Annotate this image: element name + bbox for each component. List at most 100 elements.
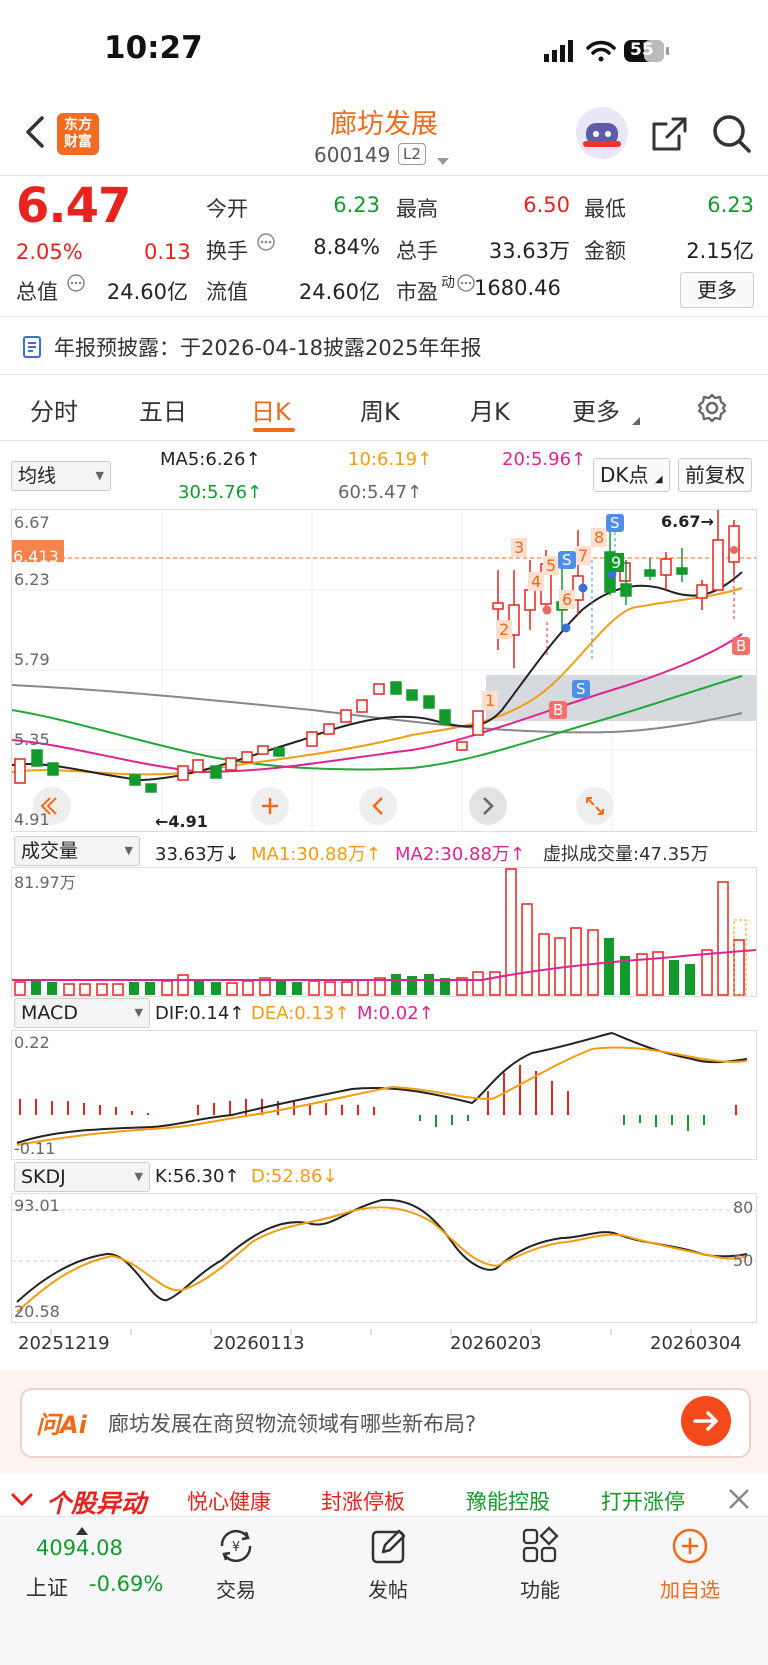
ticker-item-2[interactable]: 封涨停板 xyxy=(321,1486,405,1516)
ma60-value: 60:5.47↑ xyxy=(338,482,423,503)
signal-icon xyxy=(544,40,573,62)
level2-badge[interactable]: L2 xyxy=(398,143,426,165)
mktcap-value: 24.60亿 xyxy=(106,280,188,304)
prev-icon xyxy=(359,787,397,825)
signal-1: 1 xyxy=(482,691,499,710)
tab-weekly-k[interactable]: 周K xyxy=(360,392,400,427)
adjust-button[interactable]: 前复权 xyxy=(678,458,752,492)
send-arrow-icon[interactable] xyxy=(681,1396,731,1450)
expand-icon xyxy=(576,787,614,825)
ai-logo: 问Ai xyxy=(36,1411,87,1439)
info-dots-icon[interactable] xyxy=(66,273,86,297)
signal-8: 8 xyxy=(591,528,608,547)
robot-avatar-icon[interactable] xyxy=(575,106,629,164)
signal-7: 7 xyxy=(575,546,592,565)
stock-code: 600149 xyxy=(314,143,391,167)
signal-9: 9 xyxy=(608,553,625,572)
ticker-item-4[interactable]: 打开涨停 xyxy=(601,1486,685,1516)
grid-icon[interactable] xyxy=(520,1526,560,1570)
high-label: 最高 xyxy=(396,197,438,221)
trade-icon[interactable]: ¥ xyxy=(216,1526,256,1570)
buy-signal[interactable]: B xyxy=(549,701,568,719)
change-value: 0.13 xyxy=(144,240,191,264)
date-label-4: 20260304 xyxy=(650,1333,742,1354)
signal-6: 6 xyxy=(559,590,576,609)
chevron-down-icon[interactable] xyxy=(436,152,450,171)
open-value: 6.23 xyxy=(333,193,380,217)
macd-y-top: 0.22 xyxy=(14,1033,50,1052)
volume-selector[interactable]: 成交量 ▼ xyxy=(14,836,140,866)
sell-signal[interactable]: S xyxy=(558,551,576,569)
skdj-k: K:56.30↑ xyxy=(155,1166,240,1187)
more-button[interactable]: 更多 xyxy=(680,272,754,308)
next-icon xyxy=(469,787,507,825)
date-label-1: 20251219 xyxy=(18,1333,110,1354)
battery-level: 55 xyxy=(630,40,654,60)
compose-icon[interactable] xyxy=(369,1526,409,1570)
turnover-label: 换手 xyxy=(206,239,248,263)
nav-trade[interactable]: 交易 xyxy=(186,1574,286,1603)
close-icon[interactable] xyxy=(727,1487,751,1515)
tab-intraday[interactable]: 分时 xyxy=(30,392,78,427)
date-label-2: 20260113 xyxy=(213,1333,305,1354)
y-axis-2: 6.23 xyxy=(14,570,50,589)
ma5-value: MA5:6.26↑ xyxy=(160,449,261,470)
virtual-volume: 虚拟成交量:47.35万 xyxy=(543,844,709,865)
change-percent: 2.05% xyxy=(16,240,83,264)
ticker-item-1[interactable]: 悦心健康 xyxy=(187,1486,271,1516)
tab-daily-k[interactable]: 日K xyxy=(251,392,291,427)
index-percent[interactable]: -0.69% xyxy=(89,1572,163,1596)
ai-question[interactable]: 廊坊发展在商贸物流领域有哪些新布局? xyxy=(108,1408,476,1438)
macd-dea: DEA:0.13↑ xyxy=(251,1003,350,1024)
collapse-chevron-icon[interactable] xyxy=(10,1491,34,1513)
macd-chart-area[interactable] xyxy=(11,1030,757,1160)
low-label: 最低 xyxy=(584,197,626,221)
macd-selector[interactable]: MACD ▼ xyxy=(14,998,150,1028)
y-axis-4: 5.35 xyxy=(14,730,50,749)
annual-report-notice[interactable]: 年报预披露：于2026-04-18披露2025年年报 xyxy=(54,332,481,362)
nav-post[interactable]: 发帖 xyxy=(338,1574,438,1603)
settings-gear-icon[interactable] xyxy=(697,393,727,427)
info-dots-icon[interactable] xyxy=(456,273,476,297)
search-icon[interactable] xyxy=(711,113,753,159)
skdj-y-bottom: 20.58 xyxy=(14,1302,60,1321)
ticker-item-3[interactable]: 豫能控股 xyxy=(466,1486,550,1516)
tab-five-day[interactable]: 五日 xyxy=(139,392,187,427)
pe-superscript: 动 xyxy=(441,275,455,291)
status-icons xyxy=(540,38,690,72)
sell-signal[interactable]: S xyxy=(606,514,624,532)
kline-chart-area[interactable] xyxy=(11,509,757,832)
info-dots-icon[interactable] xyxy=(256,232,276,256)
high-value: 6.50 xyxy=(523,193,570,217)
add-watchlist-icon[interactable] xyxy=(670,1526,710,1570)
wifi-icon xyxy=(586,40,616,62)
volume-chart-area[interactable] xyxy=(11,867,757,997)
skdj-selector[interactable]: SKDJ ▼ xyxy=(14,1162,150,1192)
amount-label: 金额 xyxy=(584,239,626,263)
amount-value: 2.15亿 xyxy=(686,239,754,263)
sell-signal[interactable]: S xyxy=(572,680,590,698)
share-icon[interactable] xyxy=(649,114,689,158)
mktcap-label: 总值 xyxy=(16,280,58,304)
skdj-chart-area[interactable] xyxy=(11,1193,757,1323)
tab-monthly-k[interactable]: 月K xyxy=(470,392,510,427)
dk-point-button[interactable]: DK点 ◢ xyxy=(593,458,670,492)
skdj-ref-80: 80 xyxy=(733,1198,754,1217)
index-name[interactable]: 上证 xyxy=(26,1572,68,1602)
active-tab-indicator xyxy=(253,428,295,432)
pe-label: 市盈 xyxy=(396,280,438,304)
nav-function[interactable]: 功能 xyxy=(490,1574,590,1603)
volume-label: 总手 xyxy=(396,239,438,263)
volume-ma2: MA2:30.88万↑ xyxy=(395,844,525,865)
macd-m: M:0.02↑ xyxy=(357,1003,434,1024)
buy-signal[interactable]: B xyxy=(732,637,751,655)
low-value: 6.23 xyxy=(707,193,754,217)
ma-selector[interactable]: 均线 ▼ xyxy=(11,461,111,491)
float-value: 24.60亿 xyxy=(298,280,380,304)
y-axis-top: 6.67 xyxy=(14,513,50,532)
index-value[interactable]: 4094.08 xyxy=(36,1536,123,1560)
nav-add-watchlist[interactable]: 加自选 xyxy=(640,1574,740,1603)
tab-more[interactable]: 更多 xyxy=(572,392,620,427)
pe-value: 1680.46 xyxy=(474,276,561,300)
volume-value: 33.63万↓ xyxy=(155,844,240,865)
